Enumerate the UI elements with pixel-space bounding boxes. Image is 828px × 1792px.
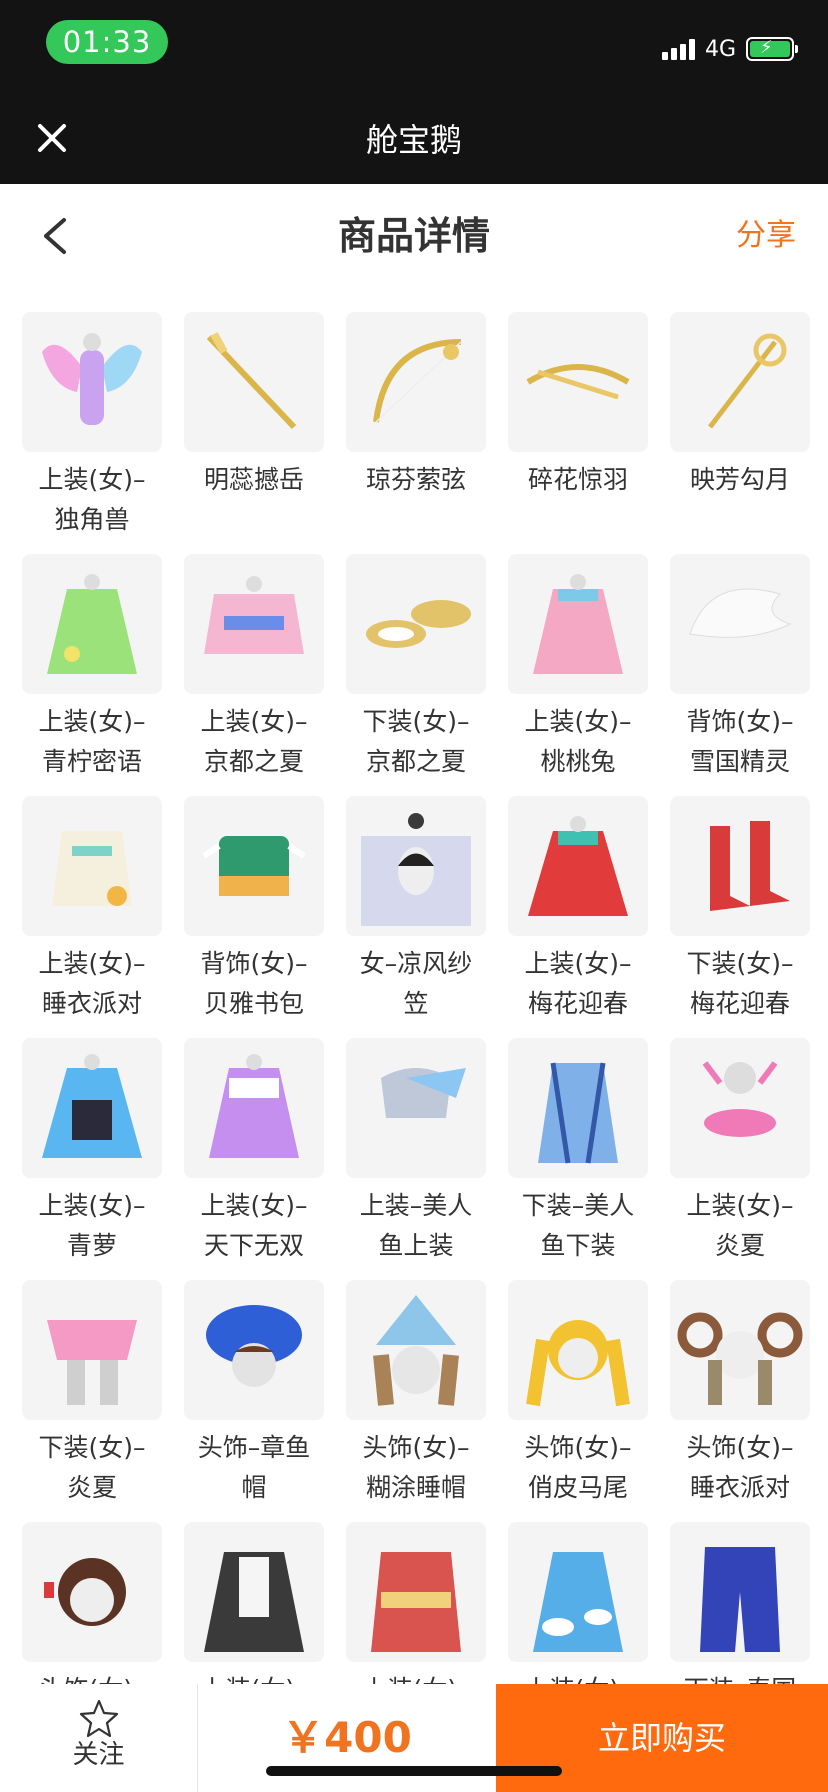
product-item[interactable]: 上装(女)– 睡衣派对 — [22, 796, 162, 1026]
white-wings-icon — [670, 554, 810, 694]
ram-horns-icon — [670, 1280, 810, 1420]
product-item[interactable]: 上装(女)– 桃桃兔 — [508, 554, 648, 784]
product-name: 头饰(女)– 俏皮马尾 — [524, 1433, 632, 1502]
product-item[interactable]: 下装(女)– 炎夏 — [22, 1280, 162, 1510]
product-name: 上装(女)– 天下无双 — [200, 1191, 308, 1260]
brown-hair-icon — [22, 1522, 162, 1662]
product-item[interactable]: 背饰(女)– 雪国精灵 — [670, 554, 810, 784]
product-name: 下装(女)– 京都之夏 — [362, 707, 470, 776]
green-dress-icon — [22, 554, 162, 694]
product-name: 背饰(女)– 雪国精灵 — [686, 707, 794, 776]
follow-button[interactable]: 关注 — [0, 1684, 198, 1792]
share-button[interactable]: 分享 — [736, 216, 796, 256]
pink-dress-icon — [508, 554, 648, 694]
product-name: 上装(女)– 独角兽 — [38, 465, 146, 534]
product-name: 下装(女)– 梅花迎春 — [686, 949, 794, 1018]
star-icon — [79, 1699, 118, 1738]
network-type: 4G — [704, 36, 736, 62]
product-item[interactable]: 上装(女)– 炎夏 — [670, 1038, 810, 1268]
pink-bikini-icon — [670, 1038, 810, 1178]
product-name: 映芳勾月 — [689, 465, 790, 494]
cloud-dress-icon — [508, 1522, 648, 1662]
product-name: 上装–美人 鱼上装 — [359, 1191, 473, 1260]
page-title: 商品详情 — [337, 214, 490, 258]
product-item[interactable]: 上装–美人 鱼上装 — [346, 1038, 486, 1268]
golden-crossbow-icon — [508, 312, 648, 452]
product-item[interactable]: 下装(女)– 京都之夏 — [346, 554, 486, 784]
pajama-top-icon — [22, 796, 162, 936]
golden-sword-icon — [184, 312, 324, 452]
green-backpack-icon — [184, 796, 324, 936]
mermaid-top-icon — [346, 1038, 486, 1178]
veil-hat-icon — [346, 796, 486, 936]
follow-label: 关注 — [72, 1740, 125, 1770]
product-name: 头饰(女)– 糊涂睡帽 — [362, 1433, 470, 1502]
product-item[interactable]: 上装(女)– 天下无双 — [184, 1038, 324, 1268]
sandals-icon — [346, 554, 486, 694]
product-item[interactable]: 映芳勾月 — [670, 312, 810, 542]
product-name: 头饰(女)– 睡衣派对 — [686, 1433, 794, 1502]
product-item[interactable]: 下装(女)– 梅花迎春 — [670, 796, 810, 1026]
product-item[interactable]: 上装(女)– 京都之夏 — [184, 554, 324, 784]
product-item[interactable]: 背饰(女)– 贝雅书包 — [184, 796, 324, 1026]
product-item[interactable]: 上装(女)– 青柠密语 — [22, 554, 162, 784]
red-boots-icon — [670, 796, 810, 936]
mermaid-tail-icon — [508, 1038, 648, 1178]
status-indicators: 4G ⚡ — [661, 34, 798, 64]
blue-dress-icon — [22, 1038, 162, 1178]
signal-icon — [661, 38, 695, 60]
maid-dress-icon — [184, 1522, 324, 1662]
product-name: 女–凉风纱 笠 — [359, 949, 473, 1018]
product-item[interactable]: 上装(女)– 梅花迎春 — [508, 796, 648, 1026]
product-name: 头饰–章鱼 帽 — [197, 1433, 311, 1502]
product-name: 明蕊撼岳 — [203, 465, 304, 494]
product-item[interactable]: 头饰(女)– 俏皮马尾 — [508, 1280, 648, 1510]
red-dress-icon — [508, 796, 648, 936]
blonde-ponytail-icon — [508, 1280, 648, 1420]
product-name: 上装(女)– 青萝 — [38, 1191, 146, 1260]
home-indicator — [266, 1766, 562, 1776]
purple-dress-icon — [184, 1038, 324, 1178]
page-header: 商品详情 分享 — [0, 184, 828, 288]
blue-pants-icon — [670, 1522, 810, 1662]
app-title: 舱宝鹅 — [365, 121, 462, 159]
product-name: 上装(女)– 睡衣派对 — [38, 949, 146, 1018]
product-item[interactable]: 上装(女)– 独角兽 — [22, 312, 162, 542]
product-item[interactable]: 下装–美人 鱼下装 — [508, 1038, 648, 1268]
golden-staff-icon — [670, 312, 810, 452]
red-robe-icon — [346, 1522, 486, 1662]
top-bar: 01:33 4G ⚡ 舱宝鹅 — [0, 0, 828, 184]
status-time: 01:33 — [46, 20, 168, 64]
sleep-cap-icon — [346, 1280, 486, 1420]
product-name: 下装(女)– 炎夏 — [38, 1433, 146, 1502]
product-item[interactable]: 女–凉风纱 笠 — [346, 796, 486, 1026]
octopus-hat-icon — [184, 1280, 324, 1420]
product-name: 上装(女)– 炎夏 — [686, 1191, 794, 1260]
product-name: 琼芬萦弦 — [365, 465, 466, 494]
product-name: 下装–美人 鱼下装 — [521, 1191, 635, 1260]
kimono-top-icon — [184, 554, 324, 694]
product-name: 碎花惊羽 — [527, 465, 628, 494]
product-item[interactable]: 上装(女)– 青萝 — [22, 1038, 162, 1268]
product-item[interactable]: 琼芬萦弦 — [346, 312, 486, 542]
product-item[interactable]: 头饰(女)– 睡衣派对 — [670, 1280, 810, 1510]
battery-icon: ⚡ — [746, 37, 798, 61]
product-name: 上装(女)– 青柠密语 — [38, 707, 146, 776]
product-name: 背饰(女)– 贝雅书包 — [200, 949, 308, 1018]
product-item[interactable]: 碎花惊羽 — [508, 312, 648, 542]
product-item[interactable]: 头饰–章鱼 帽 — [184, 1280, 324, 1510]
product-name: 上装(女)– 桃桃兔 — [524, 707, 632, 776]
golden-bow-icon — [346, 312, 486, 452]
pink-skirt-icon — [22, 1280, 162, 1420]
product-item[interactable]: 头饰(女)– 糊涂睡帽 — [346, 1280, 486, 1510]
product-name: 上装(女)– 京都之夏 — [200, 707, 308, 776]
wings-outfit-icon — [22, 312, 162, 452]
product-item[interactable]: 明蕊撼岳 — [184, 312, 324, 542]
product-name: 上装(女)– 梅花迎春 — [524, 949, 632, 1018]
